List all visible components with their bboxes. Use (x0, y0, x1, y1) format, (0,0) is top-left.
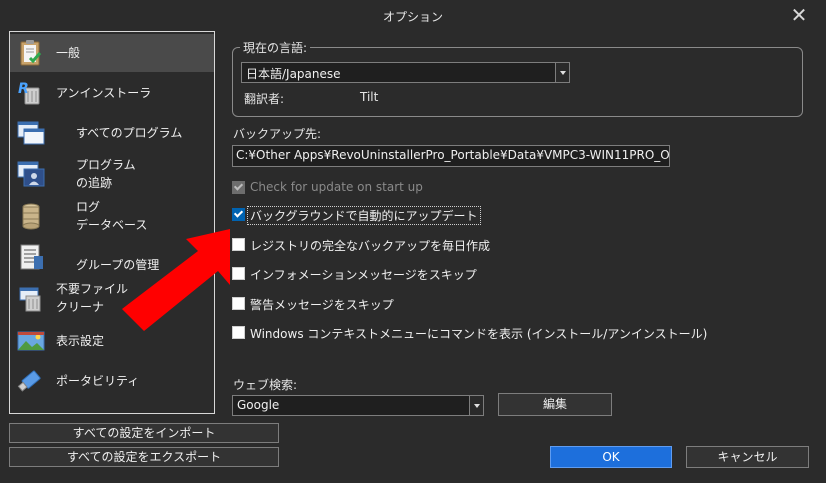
option-check-update[interactable]: Check for update on start up (232, 179, 532, 197)
sidebar-item-label: グループの管理 (76, 258, 160, 272)
skip-warning-checkbox[interactable] (232, 297, 245, 310)
import-settings-button[interactable]: すべての設定をインポート (9, 423, 279, 443)
registry-backup-label: レジストリの完全なバックアップを毎日作成 (250, 239, 491, 253)
sidebar-item-log-database[interactable]: ログ データベース (10, 196, 214, 236)
windows-stack-icon (17, 121, 45, 145)
background-update-checkbox[interactable] (232, 208, 245, 221)
sidebar-item-label: プログラム (76, 158, 136, 172)
sidebar-item-general[interactable]: 一般 (10, 34, 214, 72)
chevron-down-icon[interactable] (469, 396, 483, 415)
usb-drive-icon (17, 370, 41, 392)
check-update-checkbox[interactable] (232, 181, 245, 194)
export-settings-button[interactable]: すべての設定をエクスポート (9, 447, 279, 467)
option-skip-warning[interactable]: 警告メッセージをスキップ (232, 295, 532, 313)
skip-info-label: インフォメーションメッセージをスキップ (250, 268, 477, 282)
language-select-value: 日本語/Japanese (246, 67, 341, 81)
revo-uninstaller-icon: R (18, 81, 40, 105)
edit-search-button[interactable]: 編集 (498, 393, 612, 416)
sidebar-item-junk-cleaner[interactable]: 不要ファイル クリーナ (10, 278, 214, 320)
skip-info-checkbox[interactable] (232, 267, 245, 280)
option-skip-info[interactable]: インフォメーションメッセージをスキップ (232, 265, 532, 283)
web-search-select-value: Google (237, 398, 280, 412)
sidebar-item-label: 表示設定 (56, 334, 105, 348)
title-bar: オプション ✕ (0, 0, 826, 32)
sidebar-item-uninstaller[interactable]: R アンインストーラ (10, 74, 214, 112)
sidebar-item-label: ログ (76, 200, 101, 214)
clipboard-check-icon (20, 40, 42, 66)
sidebar-item-label: すべてのプログラム (76, 126, 183, 140)
check-update-label: Check for update on start up (250, 180, 423, 194)
database-icon (22, 203, 40, 230)
sidebar-item-label-line2: の追跡 (76, 176, 113, 190)
background-update-label: バックグラウンドで自動的にアップデート (247, 206, 481, 225)
translator-name: Tilt (360, 90, 379, 104)
language-legend: 現在の言語: (240, 39, 311, 56)
backup-path-field[interactable]: C:¥Other Apps¥RevoUninstallerPro_Portabl… (232, 145, 670, 167)
junk-cleaner-icon (19, 287, 41, 312)
sidebar: 一般 R アンインストーラ すべてのプログラム プログラム の追跡 ログ データ… (9, 31, 215, 414)
option-background-update[interactable]: バックグラウンドで自動的にアップデート (232, 206, 532, 225)
chevron-down-icon[interactable] (555, 63, 569, 82)
svg-text:R: R (18, 81, 29, 97)
sidebar-item-label-line2: クリーナ (56, 300, 105, 314)
ok-button[interactable]: OK (550, 446, 672, 468)
tracking-program-icon (17, 161, 45, 187)
skip-warning-label: 警告メッセージをスキップ (250, 298, 394, 312)
language-select[interactable]: 日本語/Japanese (241, 62, 570, 83)
sidebar-item-label: 一般 (56, 46, 81, 60)
sidebar-item-label: アンインストーラ (56, 86, 152, 100)
translator-label: 翻訳者: (244, 92, 285, 106)
sidebar-item-label-line2: データベース (76, 218, 148, 232)
context-menu-label: Windows コンテキストメニューにコマンドを表示 (インストール/アンインス… (250, 327, 708, 341)
option-registry-backup[interactable]: レジストリの完全なバックアップを毎日作成 (232, 236, 532, 254)
window-title: オプション (382, 10, 443, 24)
web-search-select[interactable]: Google (232, 395, 484, 416)
sidebar-item-all-programs[interactable]: すべてのプログラム (10, 114, 214, 152)
web-search-label: ウェブ検索: (233, 378, 298, 392)
backup-label: バックアップ先: (233, 127, 322, 141)
cancel-button[interactable]: キャンセル (686, 446, 809, 468)
sidebar-item-group-management[interactable]: グループの管理 (10, 238, 214, 276)
registry-backup-checkbox[interactable] (232, 238, 245, 251)
group-list-icon (20, 244, 43, 270)
sidebar-item-tracked-programs[interactable]: プログラム の追跡 (10, 154, 214, 194)
sidebar-item-label: 不要ファイル (56, 282, 129, 296)
option-context-menu[interactable]: Windows コンテキストメニューにコマンドを表示 (インストール/アンインス… (232, 324, 707, 342)
sidebar-item-display-settings[interactable]: 表示設定 (10, 322, 214, 360)
display-landscape-icon (17, 331, 45, 351)
close-icon[interactable]: ✕ (788, 4, 810, 26)
context-menu-checkbox[interactable] (232, 326, 245, 339)
sidebar-item-label: ポータビリティ (56, 374, 140, 388)
sidebar-item-portability[interactable]: ポータビリティ (10, 362, 214, 400)
